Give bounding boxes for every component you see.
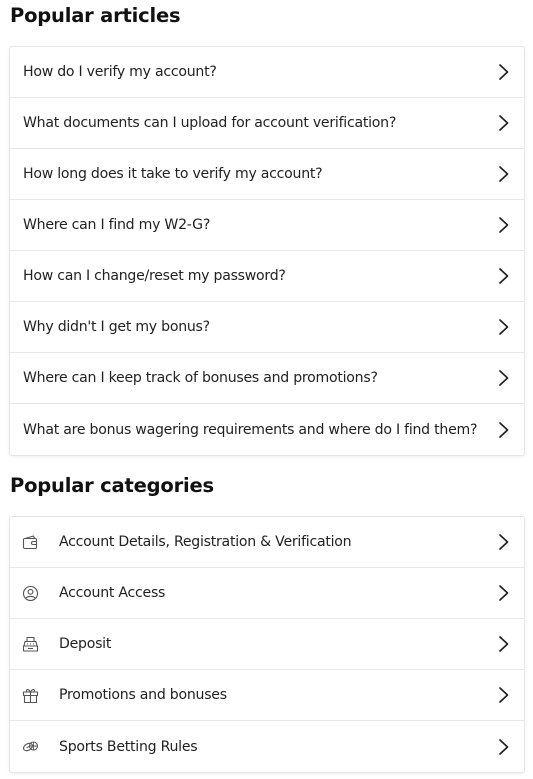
article-label: What are bonus wagering requirements and…: [23, 421, 478, 438]
chevron-right-icon: [498, 369, 510, 387]
category-label: Deposit: [59, 636, 112, 652]
popular-articles-list: How do I verify my account? What documen…: [10, 47, 524, 455]
article-item-w2g[interactable]: Where can I find my W2-G?: [10, 200, 524, 251]
article-label: How long does it take to verify my accou…: [23, 166, 323, 182]
article-item-verification-documents[interactable]: What documents can I upload for account …: [10, 98, 524, 149]
article-label: Where can I find my W2-G?: [23, 217, 211, 233]
chevron-right-icon: [498, 421, 510, 439]
popular-articles-heading: Popular articles: [10, 4, 181, 27]
chevron-right-icon: [498, 165, 510, 183]
chevron-right-icon: [498, 267, 510, 285]
article-item-reset-password[interactable]: How can I change/reset my password?: [10, 251, 524, 302]
gift-icon: [22, 687, 39, 704]
cash-register-icon: [22, 636, 39, 653]
sports-balls-icon: [22, 738, 39, 755]
help-center-page: Popular articles How do I verify my acco…: [0, 0, 533, 779]
popular-categories-heading: Popular categories: [10, 474, 214, 497]
category-item-account-access[interactable]: Account Access: [10, 568, 524, 619]
article-item-track-bonuses[interactable]: Where can I keep track of bonuses and pr…: [10, 353, 524, 404]
chevron-right-icon: [498, 216, 510, 234]
category-label: Account Access: [59, 585, 166, 601]
article-item-verify-account[interactable]: How do I verify my account?: [10, 47, 524, 98]
category-label: Account Details, Registration & Verifica…: [59, 534, 352, 550]
chevron-right-icon: [498, 533, 510, 551]
chevron-right-icon: [498, 738, 510, 756]
article-item-missing-bonus[interactable]: Why didn't I get my bonus?: [10, 302, 524, 353]
chevron-right-icon: [498, 114, 510, 132]
article-label: Why didn't I get my bonus?: [23, 319, 210, 335]
chevron-right-icon: [498, 318, 510, 336]
category-item-sports-betting-rules[interactable]: Sports Betting Rules: [10, 721, 524, 772]
category-label: Promotions and bonuses: [59, 687, 227, 703]
article-label: How do I verify my account?: [23, 64, 217, 80]
chevron-right-icon: [498, 584, 510, 602]
chevron-right-icon: [498, 635, 510, 653]
article-label: How can I change/reset my password?: [23, 268, 286, 284]
article-label: Where can I keep track of bonuses and pr…: [23, 370, 378, 386]
chevron-right-icon: [498, 686, 510, 704]
user-circle-icon: [22, 585, 39, 602]
category-item-promotions[interactable]: Promotions and bonuses: [10, 670, 524, 721]
category-item-deposit[interactable]: Deposit: [10, 619, 524, 670]
chevron-right-icon: [498, 63, 510, 81]
article-item-wagering-requirements[interactable]: What are bonus wagering requirements and…: [10, 404, 524, 455]
wallet-icon: [22, 534, 39, 551]
article-label: What documents can I upload for account …: [23, 115, 397, 131]
category-item-account-details[interactable]: Account Details, Registration & Verifica…: [10, 517, 524, 568]
category-label: Sports Betting Rules: [59, 738, 198, 755]
article-item-verification-time[interactable]: How long does it take to verify my accou…: [10, 149, 524, 200]
popular-categories-list: Account Details, Registration & Verifica…: [10, 517, 524, 772]
